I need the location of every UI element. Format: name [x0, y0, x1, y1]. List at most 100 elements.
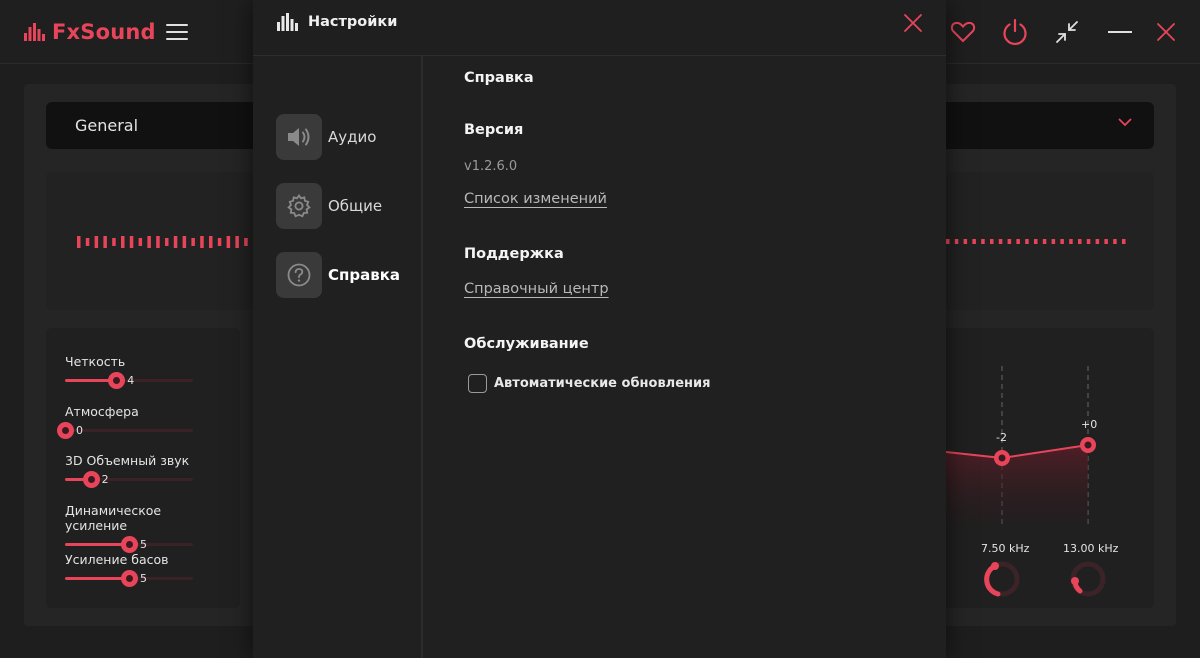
slider-value: 5	[140, 572, 147, 585]
visualizer-bar	[1016, 239, 1020, 244]
visualizer-bar	[103, 236, 107, 248]
slider-value: 4	[127, 374, 135, 387]
effect-slider-row: Четкость 4	[65, 354, 225, 389]
visualizer-bar	[1086, 239, 1091, 244]
visualizer-bar	[1051, 239, 1056, 244]
equalizer-bars-icon	[277, 13, 298, 31]
slider-value: 5	[140, 538, 147, 551]
effect-label: Четкость	[65, 354, 126, 369]
minimize-icon[interactable]	[1102, 14, 1138, 50]
equalizer-panel: -2 +0 7.50 kHz 13.00 kHz	[946, 328, 1154, 608]
changelog-link[interactable]: Список изменений	[464, 191, 607, 207]
visualizer-bar	[173, 236, 178, 248]
visualizer-bar	[165, 238, 169, 246]
eq-frequency-1: 7.50 kHz	[981, 542, 1030, 555]
preset-selected: General	[75, 116, 139, 135]
help-icon	[276, 252, 322, 298]
effect-slider[interactable]: 5	[65, 536, 225, 553]
menu-icon[interactable]	[166, 24, 188, 40]
visualizer-bar	[85, 238, 90, 246]
effect-slider[interactable]: 5	[65, 570, 225, 587]
visualizer-bar	[191, 238, 195, 246]
effect-slider[interactable]: 0	[57, 422, 225, 439]
visualizer-bar	[1042, 239, 1047, 244]
settings-dialog: Настройки Аудио Общие Справка Справка Ве…	[253, 0, 946, 658]
visualizer-bar	[998, 239, 1003, 244]
visualizer-bar	[129, 236, 134, 248]
visualizer-bar	[209, 236, 213, 248]
effect-label: 3D Объемный звук	[65, 453, 190, 468]
effect-slider[interactable]: 4	[65, 372, 225, 389]
visualizer-bar	[217, 238, 222, 246]
visualizer-bar	[1104, 239, 1108, 244]
eq-curve-fill	[946, 445, 1088, 524]
chevron-down-icon	[1118, 118, 1132, 127]
auto-updates-checkbox[interactable]	[468, 374, 487, 393]
heart-icon[interactable]	[945, 14, 981, 50]
help-heading: Справка	[464, 70, 534, 86]
slider-fill	[65, 577, 129, 580]
nav-item-general[interactable]: Общие	[276, 183, 416, 229]
visualizer-bar	[1122, 239, 1126, 244]
help-center-link[interactable]: Справочный центр	[464, 281, 609, 297]
eq-frequency-2: 13.00 kHz	[1063, 542, 1119, 555]
visualizer-bar	[954, 239, 959, 244]
visualizer-bar	[226, 236, 231, 248]
slider-knob[interactable]	[57, 422, 74, 439]
slider-track[interactable]	[65, 429, 193, 432]
visualizer-bar	[182, 236, 187, 248]
effect-slider[interactable]: 2	[65, 471, 225, 488]
visualizer-bar	[1069, 239, 1073, 244]
app-name: FxSound	[52, 20, 156, 44]
visualizer-bar	[946, 239, 950, 244]
visualizer-bar	[156, 236, 160, 248]
effect-label: Усиление басов	[65, 552, 169, 567]
speaker-icon	[276, 114, 322, 160]
visualizer-bar	[972, 239, 976, 244]
fxsound-app: FxSound General Четкость 4 Атмосфера 0 3D Об…	[0, 0, 1200, 658]
settings-close-icon[interactable]	[900, 10, 926, 36]
settings-header: Настройки	[253, 0, 946, 56]
nav-label-help: Справка	[328, 266, 401, 284]
effect-slider-row: Динамическое усиление 5	[65, 503, 225, 553]
visualizer-bar	[77, 236, 81, 248]
settings-sidebar: Аудио Общие Справка	[253, 56, 423, 658]
visualizer-bars-right	[946, 239, 1126, 244]
effect-label: Динамическое усиление	[65, 503, 162, 533]
effect-slider-row: Атмосфера 0	[57, 404, 225, 439]
nav-label-general: Общие	[328, 197, 383, 215]
visualizer-bar	[1113, 239, 1117, 244]
slider-knob[interactable]	[121, 570, 138, 587]
effect-label: Атмосфера	[65, 404, 139, 419]
slider-knob[interactable]	[121, 536, 138, 553]
slider-knob[interactable]	[82, 471, 100, 488]
effects-panel: Четкость 4 Атмосфера 0 3D Объемный звук 2 Дина…	[46, 328, 240, 608]
nav-item-help[interactable]: Справка	[276, 252, 416, 298]
visualizer-bar	[147, 236, 151, 248]
visualizer-bar	[94, 236, 99, 248]
slider-knob[interactable]	[108, 372, 126, 389]
auto-updates-label: Автоматические обновления	[494, 376, 711, 391]
app-logo: FxSound	[24, 20, 156, 44]
minimize-to-compact-icon[interactable]	[1049, 14, 1085, 50]
visualizer-bar	[244, 238, 248, 246]
visualizer-bar	[1095, 239, 1100, 244]
visualizer-bar	[990, 239, 994, 244]
visualizer-bar	[1007, 239, 1012, 244]
visualizer-bar	[1060, 239, 1064, 244]
nav-label-audio: Аудио	[328, 128, 377, 146]
auto-updates-row[interactable]: Автоматические обновления	[468, 374, 710, 393]
visualizer-bar	[121, 236, 125, 248]
visualizer-bar	[1078, 239, 1082, 244]
close-icon[interactable]	[1148, 14, 1184, 50]
visualizer-bar	[235, 236, 239, 248]
effect-slider-row: Усиление басов 5	[65, 552, 225, 587]
visualizer-bar	[1034, 239, 1038, 244]
power-icon[interactable]	[997, 14, 1033, 50]
slider-value: 0	[76, 424, 83, 437]
maintenance-heading: Обслуживание	[464, 336, 589, 352]
visualizer-bar	[112, 238, 116, 246]
version-value: v1.2.6.0	[464, 159, 518, 174]
visualizer-bar	[981, 239, 985, 244]
nav-item-audio[interactable]: Аудио	[276, 114, 416, 160]
